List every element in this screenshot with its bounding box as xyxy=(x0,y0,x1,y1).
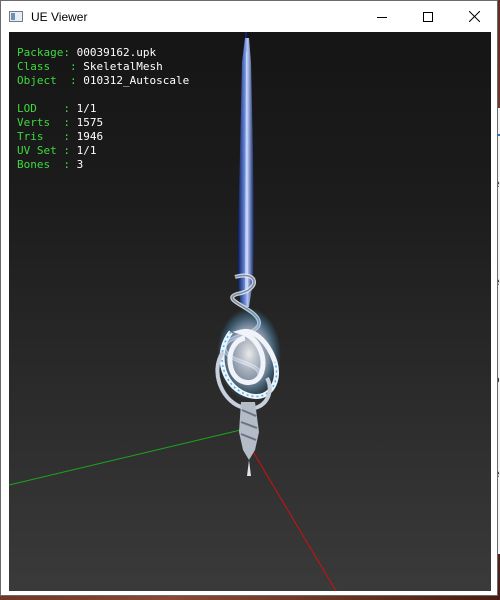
ue-viewer-window: UE Viewer Package: 00039162.upk Class: … xyxy=(0,0,498,596)
hud-row-verts: Verts : 1575 xyxy=(17,116,104,129)
minimize-icon xyxy=(377,16,387,18)
window-controls xyxy=(359,1,497,32)
axis-x-line xyxy=(248,444,337,591)
hud-row-lod: LOD : 1/1 xyxy=(17,102,97,115)
mesh-info-overlay: Package: 00039162.upk Class : SkeletalMe… xyxy=(17,46,189,172)
hud-row-class: Class : SkeletalMesh xyxy=(17,60,163,73)
hud-row-package: Package: 00039162.upk xyxy=(17,46,157,59)
close-icon xyxy=(468,11,480,22)
hud-row-object: Object : 010312_Autoscale xyxy=(17,74,190,87)
app-window-icon xyxy=(9,11,23,22)
axis-y-line xyxy=(9,427,250,486)
window-title: UE Viewer xyxy=(31,9,88,24)
maximize-icon xyxy=(423,11,433,22)
maximize-button[interactable] xyxy=(405,1,451,32)
minimize-button[interactable] xyxy=(359,1,405,32)
close-button[interactable] xyxy=(451,1,497,32)
hud-row-bones: Bones : 3 xyxy=(17,158,84,171)
title-bar[interactable]: UE Viewer xyxy=(1,1,497,32)
3d-viewport[interactable]: Package: 00039162.upk Class : SkeletalMe… xyxy=(9,32,491,591)
hud-row-tris: Tris : 1946 xyxy=(17,130,104,143)
sword-mesh xyxy=(215,38,281,476)
hud-row-uvset: UV Set : 1/1 xyxy=(17,144,97,157)
